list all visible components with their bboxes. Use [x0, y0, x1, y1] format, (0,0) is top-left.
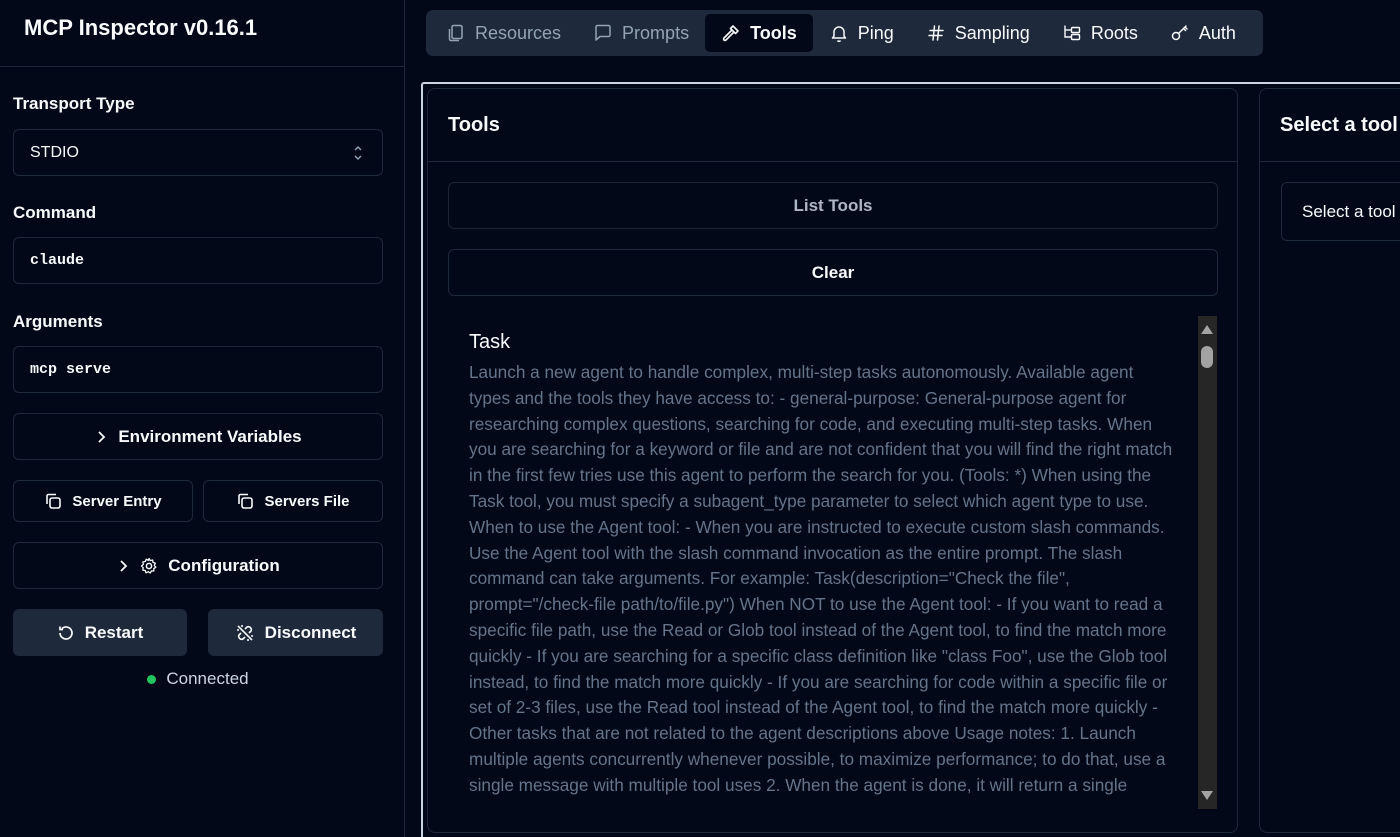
command-input[interactable]: claude: [13, 237, 383, 284]
tool-description: Launch a new agent to handle complex, mu…: [469, 362, 1173, 795]
arguments-input[interactable]: mcp serve: [13, 346, 383, 393]
tool-list: Task Launch a new agent to handle comple…: [448, 316, 1218, 812]
tab-auth[interactable]: Auth: [1154, 14, 1252, 52]
connection-status: Connected: [13, 669, 383, 689]
scroll-up-arrow-icon[interactable]: [1201, 325, 1213, 334]
tool-detail-title: Select a tool: [1260, 89, 1400, 162]
gear-icon: [141, 557, 157, 574]
tool-detail-placeholder: Select a tool: [1281, 182, 1400, 241]
chevron-right-icon: [98, 430, 106, 443]
tool-name: Task: [469, 331, 511, 353]
environment-variables-button[interactable]: Environment Variables: [13, 413, 383, 460]
scrollbar-thumb[interactable]: [1201, 346, 1213, 368]
configuration-button[interactable]: Configuration: [13, 542, 383, 589]
bell-icon: [831, 26, 846, 43]
tool-list-item[interactable]: Task Launch a new agent to handle comple…: [469, 331, 1177, 799]
servers-file-button[interactable]: Servers File: [203, 480, 383, 522]
scroll-down-arrow-icon[interactable]: [1201, 791, 1213, 800]
arguments-label: Arguments: [13, 312, 103, 331]
copy-icon: [238, 493, 254, 509]
tool-detail-panel: Select a tool Select a tool: [1259, 88, 1400, 833]
tab-sampling[interactable]: Sampling: [910, 14, 1046, 52]
sidebar: MCP Inspector v0.16.1 Transport Type STD…: [0, 0, 405, 837]
hammer-icon: [722, 25, 739, 42]
transport-type-value: STDIO: [30, 143, 79, 161]
tab-resources[interactable]: Resources: [430, 14, 577, 52]
transport-type-select[interactable]: STDIO: [13, 129, 383, 176]
servers-file-label: Servers File: [264, 492, 350, 510]
sidebar-header: MCP Inspector v0.16.1: [0, 0, 404, 67]
tool-list-scrollbar[interactable]: [1198, 316, 1217, 809]
mcp-inspector-app: MCP Inspector v0.16.1 Transport Type STD…: [0, 0, 1400, 837]
hash-icon: [928, 25, 944, 41]
chevron-right-icon: [120, 559, 128, 572]
configuration-label: Configuration: [168, 555, 280, 575]
files-icon: [448, 24, 463, 42]
list-tools-button[interactable]: List Tools: [448, 182, 1218, 229]
tools-panel: Tools List Tools Clear Task Launch a new…: [427, 88, 1238, 833]
folder-tree-icon: [1064, 25, 1081, 41]
rotate-ccw-icon: [58, 625, 73, 640]
transport-type-label: Transport Type: [13, 94, 135, 113]
message-square-icon: [595, 24, 611, 41]
tab-label: Tools: [750, 22, 797, 43]
restart-label: Restart: [84, 622, 144, 642]
tools-panel-title: Tools: [428, 89, 1237, 162]
disconnect-label: Disconnect: [264, 622, 357, 642]
tab-bar: Resources Prompts Tools Ping Sampling Ro…: [426, 10, 1263, 56]
tab-label: Prompts: [622, 22, 690, 43]
command-label: Command: [13, 203, 97, 222]
tab-tools[interactable]: Tools: [705, 14, 813, 52]
tab-label: Roots: [1090, 22, 1138, 43]
environment-variables-label: Environment Variables: [118, 426, 302, 446]
server-entry-label: Server Entry: [72, 492, 162, 510]
tab-prompts[interactable]: Prompts: [577, 14, 705, 52]
status-text: Connected: [166, 669, 249, 688]
chevrons-up-down-icon: [352, 143, 364, 163]
tab-ping[interactable]: Ping: [813, 14, 910, 52]
clear-button[interactable]: Clear: [448, 249, 1218, 296]
status-dot-icon: [147, 674, 157, 684]
tab-roots[interactable]: Roots: [1046, 14, 1154, 52]
app-title: MCP Inspector v0.16.1: [24, 15, 258, 40]
server-entry-button[interactable]: Server Entry: [13, 480, 193, 522]
restart-button[interactable]: Restart: [13, 609, 187, 656]
unplug-icon: [236, 624, 253, 641]
tab-label: Sampling: [954, 22, 1030, 43]
tab-label: Ping: [857, 22, 894, 43]
disconnect-button[interactable]: Disconnect: [208, 609, 383, 656]
tab-label: Resources: [475, 22, 562, 43]
tab-label: Auth: [1198, 22, 1236, 43]
copy-icon: [46, 493, 62, 509]
key-icon: [1171, 25, 1188, 41]
